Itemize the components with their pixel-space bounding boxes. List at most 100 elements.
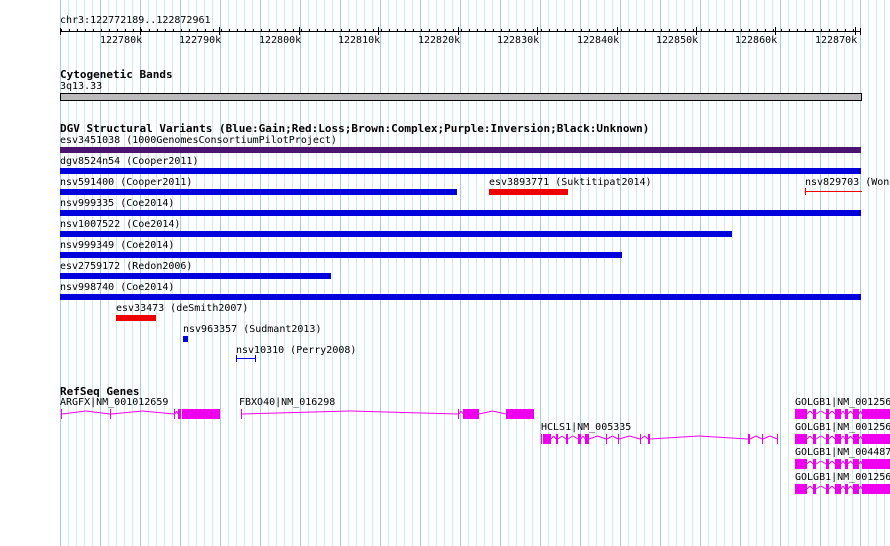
intron-line (582, 435, 586, 440)
exon-block (835, 484, 841, 494)
intron-line (809, 410, 814, 415)
exon-block (845, 484, 848, 494)
intron-line (815, 410, 822, 415)
exon-block (853, 434, 859, 444)
exon-block (853, 484, 859, 494)
intron-line (572, 435, 579, 440)
exon-block (762, 434, 763, 444)
intron-line (142, 410, 175, 415)
intron-line (640, 435, 645, 440)
intron-line (597, 435, 607, 440)
exon-block (795, 434, 807, 444)
exon-block (178, 409, 181, 419)
exon-block (174, 409, 175, 419)
exon-block (826, 434, 829, 444)
intron-line (176, 410, 179, 415)
intron-line (842, 435, 846, 440)
intron-line (567, 435, 574, 440)
intron-line (860, 460, 863, 465)
exon-block (813, 434, 816, 444)
intron-line (828, 485, 833, 490)
exon-block (862, 409, 890, 419)
exon-block (777, 434, 778, 444)
exon-block (618, 434, 619, 444)
exon-block (578, 434, 581, 444)
intron-line (820, 460, 827, 465)
exon-block (648, 434, 650, 444)
intron-line (820, 435, 827, 440)
intron-line (850, 410, 854, 415)
exon-block (826, 459, 829, 469)
intron-line (809, 435, 814, 440)
intron-line (815, 485, 822, 490)
intron-line (842, 410, 846, 415)
exon-block (556, 434, 558, 444)
gene-models (61, 409, 890, 494)
exon-block (241, 409, 242, 419)
exon-block (795, 409, 807, 419)
exon-block (835, 409, 841, 419)
intron-line (842, 460, 846, 465)
intron-line (860, 410, 863, 415)
intron-line (828, 410, 833, 415)
exon-block (748, 434, 750, 444)
intron-line (588, 435, 598, 440)
intron-line (820, 410, 827, 415)
exon-block (835, 434, 841, 444)
intron-line (618, 435, 630, 440)
intron-line (606, 435, 613, 440)
intron-line (831, 410, 836, 415)
intron-line (809, 485, 814, 490)
intron-line (553, 435, 557, 440)
intron-line (847, 410, 851, 415)
intron-line (860, 435, 863, 440)
intron-line (806, 460, 811, 465)
exon-block (826, 409, 829, 419)
intron-line (561, 435, 567, 440)
exon-block (61, 409, 62, 419)
exon-block (795, 459, 807, 469)
exon-block (585, 434, 589, 444)
intron-line (847, 460, 851, 465)
intron-line (850, 435, 854, 440)
exon-block (640, 434, 641, 444)
exon-block (182, 409, 220, 419)
intron-line (850, 485, 854, 490)
intron-line (831, 435, 836, 440)
intron-line (828, 435, 833, 440)
exon-block (541, 434, 542, 444)
exon-block (845, 459, 848, 469)
exon-block (862, 434, 890, 444)
exon-block (835, 459, 841, 469)
intron-line (755, 435, 763, 440)
intron-line (831, 485, 836, 490)
exon-block (862, 484, 890, 494)
intron-line (557, 435, 563, 440)
intron-line (806, 410, 811, 415)
intron-line (806, 435, 811, 440)
exon-block (463, 409, 479, 419)
intron-line (769, 435, 778, 440)
intron-line (847, 435, 851, 440)
intron-line (349, 410, 459, 415)
exon-block (566, 434, 568, 444)
intron-line (815, 435, 822, 440)
exon-block (826, 484, 829, 494)
intron-line (612, 435, 619, 440)
intron-line (815, 460, 822, 465)
intron-line (762, 435, 771, 440)
exon-block (813, 459, 816, 469)
exon-block (845, 434, 848, 444)
exon-block (110, 409, 111, 419)
intron-line (749, 435, 757, 440)
intron-line (828, 460, 833, 465)
intron-line (649, 435, 700, 440)
intron-line (842, 485, 846, 490)
intron-line (847, 485, 851, 490)
intron-line (809, 460, 814, 465)
intron-line (698, 435, 749, 440)
intron-line (820, 485, 827, 490)
intron-line (850, 460, 854, 465)
exon-block (458, 409, 459, 419)
intron-line (806, 485, 811, 490)
